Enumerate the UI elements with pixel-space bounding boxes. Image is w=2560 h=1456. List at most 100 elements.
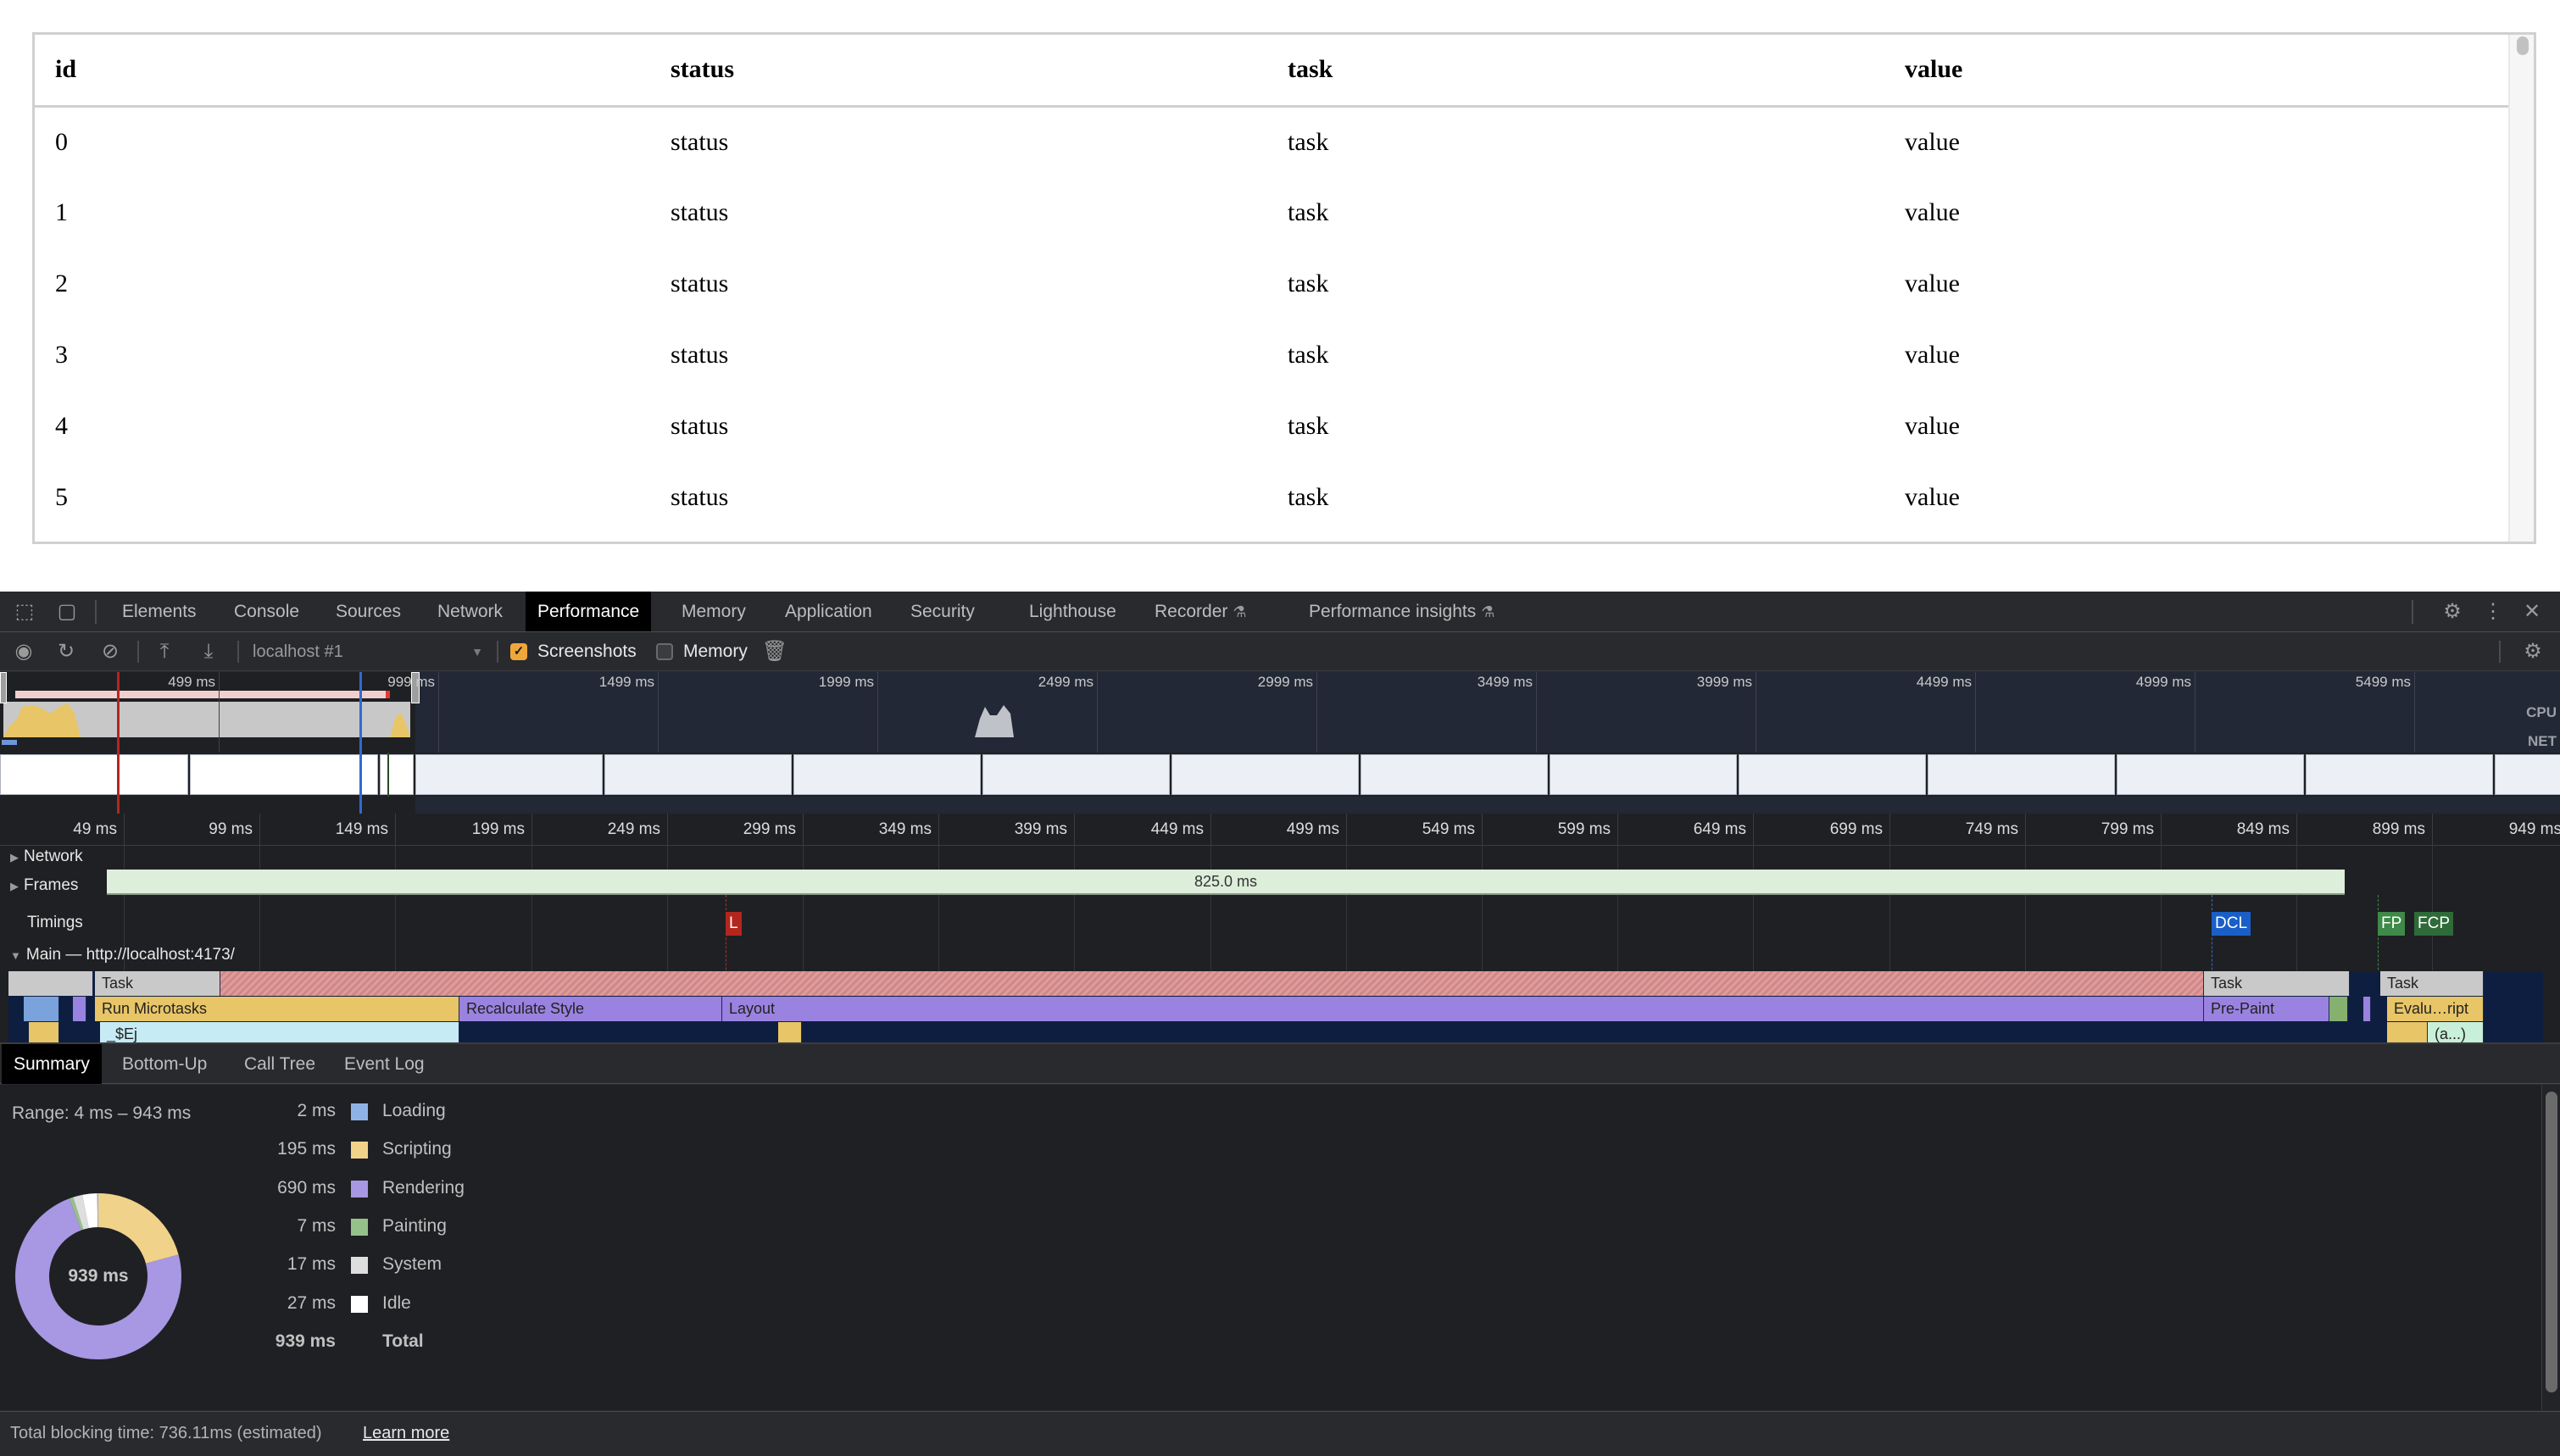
flame-scripting-small[interactable] bbox=[29, 1022, 59, 1042]
overview-grid-line bbox=[1975, 672, 1976, 753]
learn-more-link[interactable]: Learn more bbox=[363, 1424, 449, 1443]
screenshots-checkbox[interactable]: ✓ bbox=[510, 643, 527, 660]
flame-sej[interactable]: _$Ej bbox=[100, 1022, 459, 1042]
tab-event-log[interactable]: Event Log bbox=[332, 1044, 437, 1084]
cell-status: status bbox=[671, 270, 729, 297]
upload-profile-icon[interactable]: ⤒ bbox=[149, 632, 180, 671]
timing-marker-dcl[interactable]: DCL bbox=[2212, 912, 2251, 936]
tab-lighthouse[interactable]: Lighthouse bbox=[1017, 592, 1128, 631]
tab-bottom-up[interactable]: Bottom-Up bbox=[110, 1044, 219, 1084]
flame-parse-html[interactable] bbox=[24, 997, 59, 1021]
flame-task-long-overrun[interactable] bbox=[220, 971, 2204, 996]
timing-marker-fp[interactable]: FP bbox=[2378, 912, 2406, 936]
screenshot-thumbnail[interactable] bbox=[415, 754, 603, 795]
frame-duration: 825.0 ms bbox=[1194, 873, 1258, 890]
timing-marker-fcp[interactable]: FCP bbox=[2414, 912, 2453, 936]
screenshot-thumbnail[interactable] bbox=[2117, 754, 2304, 795]
tab-console[interactable]: Console bbox=[222, 592, 311, 631]
toolbar-divider bbox=[137, 641, 139, 663]
close-icon[interactable]: ✕ bbox=[2518, 592, 2546, 631]
track-main[interactable]: ▼ Main — http://localhost:4173/ bbox=[10, 946, 235, 964]
timeline-overview[interactable]: CPU NET 499 ms 999 ms 1499 ms 1999 ms 2499 m… bbox=[0, 672, 2560, 814]
trash-icon[interactable]: 🗑 bbox=[760, 632, 790, 671]
tab-application[interactable]: Application bbox=[773, 592, 884, 631]
target-select[interactable]: localhost #1 ▼ bbox=[253, 632, 490, 671]
clear-icon[interactable]: ⊘ bbox=[95, 632, 125, 671]
flame-rendering-small[interactable] bbox=[2363, 997, 2371, 1021]
flame-rendering-small[interactable] bbox=[73, 997, 86, 1021]
table-scrollbar-thumb[interactable] bbox=[2517, 36, 2529, 55]
table-header-row: id status task value bbox=[35, 35, 2508, 108]
toolbar-divider bbox=[95, 600, 97, 624]
memory-checkbox[interactable] bbox=[656, 643, 673, 660]
flame-pre-paint[interactable]: Pre-Paint bbox=[2204, 997, 2329, 1021]
screenshot-thumbnail[interactable] bbox=[2495, 754, 2560, 795]
tab-network[interactable]: Network bbox=[426, 592, 515, 631]
kebab-menu-icon[interactable]: ⋮ bbox=[2480, 592, 2506, 631]
screenshot-thumbnail[interactable] bbox=[2306, 754, 2493, 795]
experiment-flask-icon: ⚗ bbox=[1233, 603, 1247, 620]
tab-performance[interactable]: Performance bbox=[526, 592, 652, 631]
screenshot-thumbnail[interactable] bbox=[380, 754, 414, 795]
tab-security[interactable]: Security bbox=[899, 592, 987, 631]
tab-elements[interactable]: Elements bbox=[110, 592, 209, 631]
flame-anonymous-function[interactable]: (a...) bbox=[2428, 1022, 2484, 1042]
track-frames[interactable]: ▶ Frames bbox=[10, 876, 78, 895]
screenshot-thumbnail[interactable] bbox=[982, 754, 1170, 795]
ruler-tick-label: 49 ms bbox=[73, 820, 117, 838]
screenshot-thumbnail[interactable] bbox=[1361, 754, 1548, 795]
screenshots-label[interactable]: Screenshots bbox=[537, 632, 637, 671]
flame-layout[interactable]: Layout bbox=[722, 997, 2204, 1021]
screenshot-thumbnail[interactable] bbox=[604, 754, 792, 795]
table-scrollbar[interactable] bbox=[2508, 35, 2534, 542]
flame-paint[interactable] bbox=[2329, 997, 2348, 1021]
legend-value: 27 ms bbox=[287, 1293, 336, 1313]
ruler-tick-label: 749 ms bbox=[1965, 820, 2018, 838]
toolbar-divider bbox=[2499, 641, 2501, 663]
capture-settings-gear-icon[interactable]: ⚙ bbox=[2518, 632, 2548, 671]
screenshot-thumbnail[interactable] bbox=[793, 754, 981, 795]
frame-bar[interactable]: 825.0 ms bbox=[107, 870, 2345, 895]
summary-scrollbar-thumb[interactable] bbox=[2546, 1092, 2557, 1392]
flame-task[interactable]: Task bbox=[2380, 971, 2484, 996]
flame-recalculate-style[interactable]: Recalculate Style bbox=[459, 997, 722, 1021]
gear-icon[interactable]: ⚙ bbox=[2438, 592, 2467, 631]
flame-task[interactable]: Task bbox=[95, 971, 220, 996]
screenshot-thumbnail[interactable] bbox=[1739, 754, 1926, 795]
track-network[interactable]: ▶ Network bbox=[10, 847, 83, 866]
screenshot-thumbnail[interactable] bbox=[1928, 754, 2115, 795]
ruler-tick-label: 699 ms bbox=[1829, 820, 1883, 838]
flame-evaluate-script[interactable]: Evalu…ript bbox=[2387, 997, 2484, 1021]
screenshot-thumbnail[interactable] bbox=[0, 754, 188, 795]
overview-tick-label: 3499 ms bbox=[1477, 674, 1533, 690]
reload-record-icon[interactable]: ↻ bbox=[51, 632, 81, 671]
main-thread-flame-chart[interactable]: Task Task Task Run Microtasks Recalculat… bbox=[8, 971, 2543, 1042]
flame-scripting-small[interactable] bbox=[778, 1022, 802, 1042]
screenshots-filmstrip[interactable] bbox=[0, 753, 2560, 797]
download-profile-icon[interactable]: ⤓ bbox=[193, 632, 224, 671]
device-toolbar-icon[interactable]: ▢ bbox=[53, 592, 81, 631]
toolbar-divider bbox=[2412, 600, 2413, 624]
column-header-status: status bbox=[650, 35, 1267, 108]
inspect-element-icon[interactable]: ⬚ bbox=[10, 592, 39, 631]
table-row: 5 status task value bbox=[35, 462, 2508, 533]
tab-performance-insights[interactable]: Performance insights ⚗ bbox=[1297, 592, 1506, 631]
flame-task[interactable]: Task bbox=[2204, 971, 2350, 996]
flame-scripting-small[interactable] bbox=[2387, 1022, 2428, 1042]
flame-task-small[interactable] bbox=[8, 971, 93, 996]
tab-call-tree[interactable]: Call Tree bbox=[232, 1044, 327, 1084]
summary-scrollbar[interactable] bbox=[2541, 1085, 2560, 1410]
record-icon[interactable]: ◉ bbox=[8, 632, 39, 671]
tab-sources[interactable]: Sources bbox=[324, 592, 413, 631]
experiment-flask-icon: ⚗ bbox=[1481, 603, 1495, 620]
screenshot-thumbnail[interactable] bbox=[1550, 754, 1737, 795]
timing-marker-load[interactable]: L bbox=[726, 912, 742, 936]
flame-run-microtasks[interactable]: Run Microtasks bbox=[95, 997, 459, 1021]
memory-label[interactable]: Memory bbox=[683, 632, 748, 671]
tab-recorder[interactable]: Recorder ⚗ bbox=[1143, 592, 1259, 631]
overview-window-left-handle[interactable] bbox=[0, 672, 7, 703]
screenshot-thumbnail[interactable] bbox=[190, 754, 378, 795]
tab-memory[interactable]: Memory bbox=[670, 592, 758, 631]
screenshot-thumbnail[interactable] bbox=[1171, 754, 1359, 795]
tab-summary[interactable]: Summary bbox=[2, 1044, 102, 1084]
